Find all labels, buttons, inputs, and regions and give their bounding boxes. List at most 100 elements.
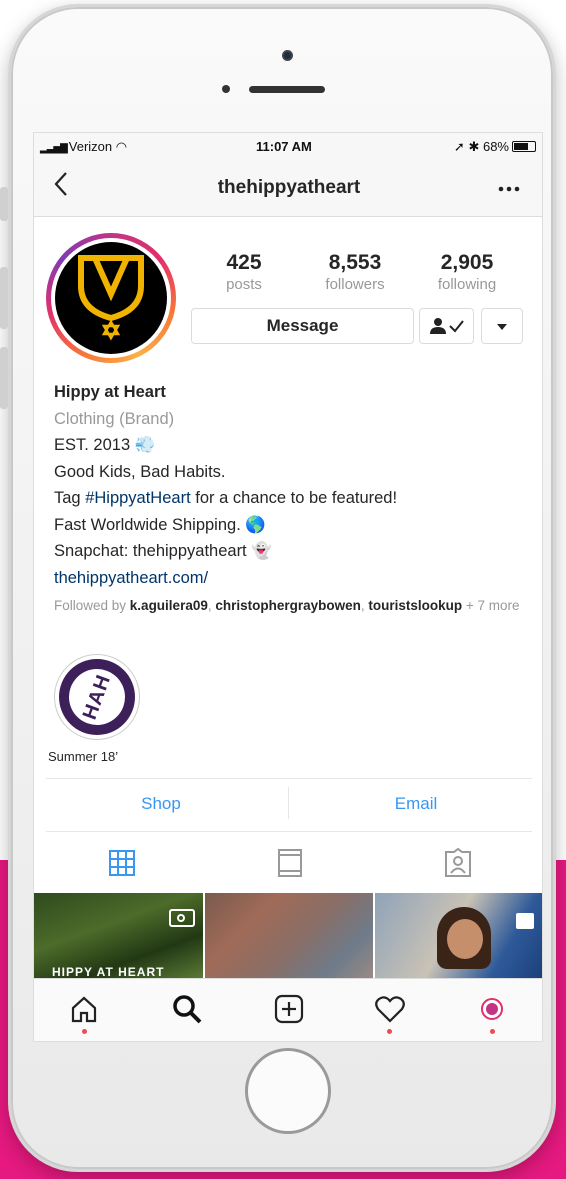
posts-stat[interactable]: 425 posts — [199, 251, 289, 293]
earpiece-speaker — [249, 86, 325, 93]
home-icon — [71, 996, 97, 1023]
battery: ➚ ✱ 68% — [454, 139, 536, 155]
highlight-badge-text: HAH — [78, 671, 115, 723]
post-thumbnail[interactable] — [375, 893, 542, 978]
following-stat[interactable]: 2,905 following — [422, 251, 512, 293]
status-bar: ▂▃▅▇ Verizon ◠ 11:07 AM ➚ ✱ 68% — [34, 133, 542, 159]
bottom-tab-bar — [34, 978, 542, 1041]
proximity-sensor — [222, 85, 230, 93]
nav-activity[interactable] — [370, 989, 410, 1029]
profile-name: Hippy at Heart — [54, 383, 166, 401]
mute-switch — [0, 187, 8, 221]
ellipsis-icon[interactable] — [498, 175, 520, 198]
nav-home[interactable] — [64, 989, 104, 1029]
nav-profile[interactable] — [472, 989, 512, 1029]
shop-button[interactable]: Shop — [51, 794, 271, 814]
followed-by-prefix: Followed by — [54, 598, 130, 613]
bio-line-est: EST. 2013 💨 — [54, 432, 534, 459]
notification-dot — [490, 1029, 495, 1034]
followers-label: followers — [325, 276, 385, 293]
followed-by-user: k.aguilera09 — [129, 598, 208, 613]
tab-tagged[interactable] — [440, 845, 476, 881]
followed-by-user: christophergraybowen — [215, 598, 361, 613]
suggestions-dropdown-button[interactable] — [481, 308, 523, 344]
dash-emoji-icon: 💨 — [134, 436, 156, 454]
tab-grid[interactable] — [104, 845, 140, 881]
profile-avatar-icon — [481, 998, 503, 1020]
followed-by[interactable]: Followed by k.aguilera09, christophergra… — [54, 597, 534, 614]
profile-username-title: thehippyatheart — [217, 177, 361, 198]
bio-line-snapchat: Snapchat: thehippyatheart 👻 — [54, 538, 534, 565]
post-caption-overlay: HIPPY AT HEART — [52, 965, 165, 978]
location-icon: ➚ — [453, 139, 465, 154]
following-count: 2,905 — [440, 251, 494, 274]
posts-label: posts — [226, 276, 262, 293]
tagged-person-icon — [445, 848, 471, 877]
following-label: following — [437, 276, 497, 293]
carrier: ▂▃▅▇ Verizon ◠ — [40, 139, 127, 155]
followers-count: 8,553 — [328, 251, 382, 274]
bio-shipping-text: Fast Worldwide Shipping. — [54, 515, 241, 534]
followers-stat[interactable]: 8,553 followers — [310, 251, 400, 293]
feed-icon — [278, 849, 302, 877]
bluetooth-icon: ✱ — [468, 139, 480, 154]
highlight-label: Summer 18’ — [48, 749, 119, 764]
battery-label: 68% — [482, 139, 509, 154]
tab-feed[interactable] — [272, 845, 308, 881]
grid-icon — [109, 850, 135, 876]
heart-icon — [375, 996, 405, 1023]
notification-dot — [82, 1029, 87, 1034]
person-face — [447, 919, 483, 959]
website-link[interactable]: thehippyatheart.com/ — [54, 565, 534, 592]
carrier-label: Verizon — [68, 139, 113, 154]
triangle-down-icon — [497, 323, 507, 330]
home-button[interactable] — [245, 1048, 331, 1134]
profile-bio: Hippy at Heart Clothing (Brand) EST. 201… — [54, 379, 534, 591]
front-camera — [282, 50, 293, 61]
status-time: 11:07 AM — [256, 139, 312, 154]
email-button[interactable]: Email — [306, 794, 526, 814]
hashtag-link[interactable]: #HippyatHeart — [85, 489, 190, 507]
shopping-bag-icon — [516, 913, 534, 929]
add-post-icon — [274, 994, 304, 1024]
video-icon — [169, 909, 195, 927]
posts-count: 425 — [226, 251, 262, 274]
divider — [46, 831, 532, 832]
globe-emoji-icon: 🌎 — [245, 515, 266, 534]
nav-bar: thehippyatheart — [34, 159, 542, 217]
nav-search[interactable] — [167, 989, 207, 1029]
bio-snapchat-text: Snapchat: thehippyatheart — [54, 542, 247, 560]
brand-logo-icon — [78, 255, 144, 341]
divider — [288, 787, 289, 819]
volume-down-button — [0, 347, 8, 409]
avatar — [55, 242, 167, 354]
followed-by-more: + 7 more — [462, 598, 520, 613]
highlight-cover: HAH — [59, 659, 135, 735]
bio-line-tag: Tag #HippyatHeart for a chance to be fea… — [54, 485, 534, 512]
battery-icon — [512, 141, 536, 152]
phone-screen: ▂▃▅▇ Verizon ◠ 11:07 AM ➚ ✱ 68% thehippya… — [33, 132, 543, 1042]
scene: ▂▃▅▇ Verizon ◠ 11:07 AM ➚ ✱ 68% thehippya… — [0, 0, 566, 1179]
profile-category: Clothing (Brand) — [54, 409, 175, 428]
story-highlight[interactable]: HAH — [54, 654, 140, 740]
signal-icon: ▂▃▅▇ — [40, 143, 68, 154]
bio-est-text: EST. 2013 — [54, 436, 131, 454]
divider — [46, 778, 532, 779]
post-thumbnail[interactable]: HIPPY AT HEART — [34, 893, 203, 978]
volume-up-button — [0, 267, 8, 329]
person-check-icon — [429, 317, 464, 334]
bio-tag-suffix: for a chance to be featured! — [190, 489, 398, 507]
wifi-icon: ◠ — [115, 139, 128, 154]
bio-tag-prefix: Tag — [54, 489, 86, 507]
ghost-emoji-icon: 👻 — [251, 542, 272, 560]
avatar-story-ring[interactable] — [46, 233, 176, 363]
bio-line-shipping: Fast Worldwide Shipping. 🌎 — [54, 512, 534, 539]
post-thumbnail[interactable] — [205, 893, 373, 978]
followed-by-user: touristslookup — [368, 598, 463, 613]
nav-new-post[interactable] — [269, 989, 309, 1029]
message-button[interactable]: Message — [191, 308, 414, 344]
highlight-badge: HAH — [61, 661, 133, 733]
search-icon — [173, 995, 202, 1024]
notification-dot — [387, 1029, 392, 1034]
following-button[interactable] — [419, 308, 474, 344]
